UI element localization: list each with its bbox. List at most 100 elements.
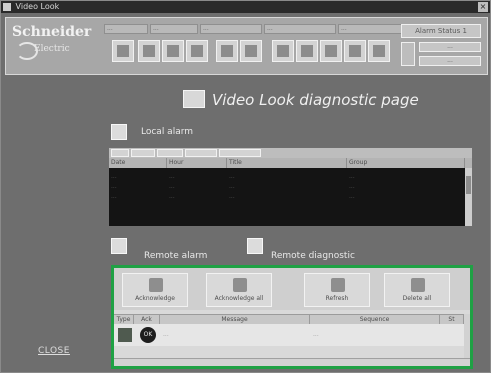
delete-all-button[interactable]: Delete all xyxy=(384,273,450,307)
tools-icon xyxy=(325,45,337,57)
status-row: ... ... ... ... ... xyxy=(104,24,406,34)
status-indicator xyxy=(401,42,415,66)
tool-button-8[interactable] xyxy=(296,40,318,62)
local-alarm-header: Date Hour Title Group xyxy=(109,158,472,168)
settings-icon xyxy=(301,45,313,57)
tool-button-6[interactable] xyxy=(240,40,262,62)
remote-alarm-label: Remote alarm xyxy=(144,251,208,261)
tool-button-7[interactable] xyxy=(272,40,294,62)
refresh-button[interactable]: Refresh xyxy=(304,273,370,307)
local-alarm-col-title: Title xyxy=(227,158,347,168)
grid-icon xyxy=(245,45,257,57)
cell-hour: ... xyxy=(169,193,175,200)
acknowledge-all-button[interactable]: Acknowledge all xyxy=(206,273,272,307)
cell-date: ... xyxy=(111,193,117,200)
local-alarm-tab-1[interactable] xyxy=(111,149,129,157)
status-cell-2: ... xyxy=(150,24,198,34)
tool-button-2[interactable] xyxy=(138,40,160,62)
table-row[interactable]: ... ... ... ... xyxy=(109,192,465,201)
local-alarm-scrollbar[interactable] xyxy=(465,168,472,226)
tool-button-10[interactable] xyxy=(344,40,366,62)
local-alarm-tab-2[interactable] xyxy=(131,149,155,157)
local-alarm-col-date: Date xyxy=(109,158,167,168)
app-window: Video Look × Schneider Electric ... ... … xyxy=(0,0,491,373)
app-icon xyxy=(3,3,11,11)
window-title: Video Look xyxy=(15,2,60,11)
acknowledge-all-icon xyxy=(233,278,247,292)
document-icon xyxy=(373,45,385,57)
alarm-status-button[interactable]: Alarm Status 1 xyxy=(401,24,481,38)
list-icon xyxy=(277,45,289,57)
cell-group: ... xyxy=(349,173,355,180)
title-bar: Video Look × xyxy=(1,1,490,13)
local-alarm-icon xyxy=(111,124,127,140)
tool-button-1[interactable] xyxy=(112,40,134,62)
users-icon xyxy=(349,45,361,57)
remote-diagnostic-icon xyxy=(247,238,263,254)
cell-sequence: ... xyxy=(313,331,319,338)
acknowledge-all-label: Acknowledge all xyxy=(214,295,264,302)
refresh-icon xyxy=(331,278,345,292)
local-alarm-col-hour: Hour xyxy=(167,158,227,168)
delete-all-label: Delete all xyxy=(402,295,432,302)
remote-alarm-header: Type Ack Message Sequence St xyxy=(114,314,470,325)
status-cell-5: ... xyxy=(338,24,406,34)
local-alarm-tab-3[interactable] xyxy=(157,149,183,157)
tool-button-9[interactable] xyxy=(320,40,342,62)
brand-sub: Electric xyxy=(34,44,70,54)
remote-actions-bar: Acknowledge Acknowledge all Refresh Dele… xyxy=(114,268,470,310)
table-row[interactable]: ... ... ... ... xyxy=(109,182,465,191)
tool-button-5[interactable] xyxy=(216,40,238,62)
ack-status-icon: OK xyxy=(140,327,156,343)
toolbar xyxy=(104,36,406,64)
page-title: Video Look diagnostic page xyxy=(183,90,463,112)
remote-diagnostic-label: Remote diagnostic xyxy=(271,251,355,261)
acknowledge-icon xyxy=(149,278,163,292)
local-alarm-col-group: Group xyxy=(347,158,465,168)
cell-message: ... xyxy=(163,331,169,338)
time-label: ... xyxy=(419,42,481,52)
date-label: ... xyxy=(419,56,481,66)
refresh-label: Refresh xyxy=(325,295,349,302)
network-icon xyxy=(221,45,233,57)
person-icon xyxy=(191,45,203,57)
brand-name: Schneider xyxy=(12,24,92,40)
tool-button-11[interactable] xyxy=(368,40,390,62)
cell-group: ... xyxy=(349,193,355,200)
cell-group: ... xyxy=(349,183,355,190)
alarm-type-icon xyxy=(118,328,132,342)
table-row[interactable]: ... ... ... ... xyxy=(109,172,465,181)
cell-title: ... xyxy=(229,193,235,200)
status-cell-3: ... xyxy=(200,24,262,34)
remote-alarm-panel: Acknowledge Acknowledge all Refresh Dele… xyxy=(111,265,473,369)
acknowledge-button[interactable]: Acknowledge xyxy=(122,273,188,307)
local-alarm-tabbar xyxy=(109,148,472,158)
local-alarm-tab-5[interactable] xyxy=(219,149,261,157)
local-alarm-label: Local alarm xyxy=(141,127,194,137)
table-row[interactable]: OK ... ... xyxy=(114,324,470,346)
remote-vertical-scrollbar[interactable] xyxy=(464,314,470,358)
monitor-icon xyxy=(167,45,179,57)
status-cell-4: ... xyxy=(264,24,336,34)
recorder-icon xyxy=(143,45,155,57)
diagnostic-icon xyxy=(183,90,205,108)
tool-button-3[interactable] xyxy=(162,40,184,62)
close-link[interactable]: CLOSE xyxy=(38,346,70,356)
status-cell-1: ... xyxy=(104,24,148,34)
camera-icon xyxy=(117,45,129,57)
cell-title: ... xyxy=(229,183,235,190)
close-window-button[interactable]: × xyxy=(478,2,488,12)
cell-date: ... xyxy=(111,173,117,180)
scroll-thumb[interactable] xyxy=(466,176,471,194)
brand-logo: Schneider Electric xyxy=(12,24,98,68)
right-status-panel: Alarm Status 1 ... ... xyxy=(401,24,481,70)
acknowledge-label: Acknowledge xyxy=(135,295,175,302)
local-alarm-tab-4[interactable] xyxy=(185,149,217,157)
page-title-text: Video Look diagnostic page xyxy=(212,91,419,109)
delete-all-icon xyxy=(411,278,425,292)
remote-alarm-icon xyxy=(111,238,127,254)
remote-horizontal-scrollbar[interactable] xyxy=(114,358,470,366)
header-panel: Schneider Electric ... ... ... ... ... A… xyxy=(5,17,488,75)
tool-button-4[interactable] xyxy=(186,40,208,62)
cell-hour: ... xyxy=(169,173,175,180)
